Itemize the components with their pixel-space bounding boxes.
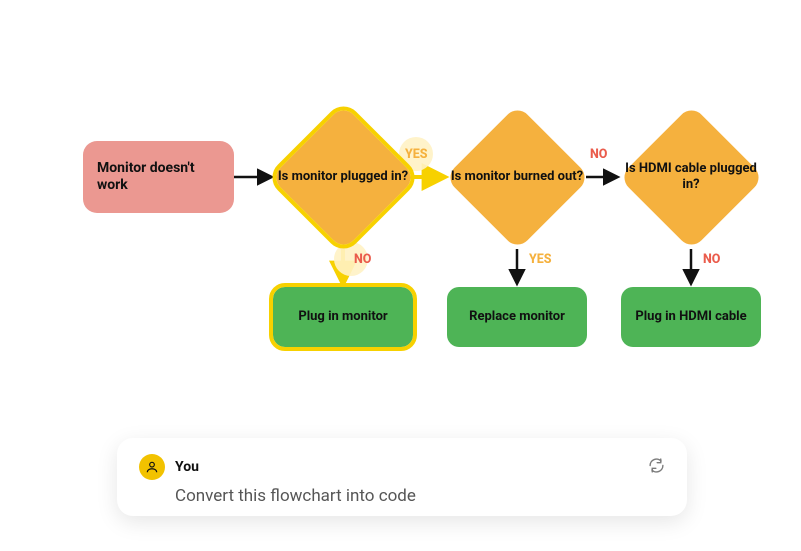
start-label: Monitor doesn't work (97, 160, 220, 195)
start-node[interactable]: Monitor doesn't work (83, 141, 234, 213)
decision-burned-out-label: Is monitor burned out? (446, 169, 588, 185)
edge-d1-no: NO (354, 252, 371, 267)
action-plug-hdmi-label: Plug in HDMI cable (635, 309, 746, 325)
edge-d2-yes: YES (529, 252, 552, 267)
action-plug-monitor-label: Plug in monitor (298, 309, 387, 325)
chat-prompt: Convert this flowchart into code (175, 486, 665, 506)
user-icon (145, 460, 159, 474)
decision-hdmi-label: Is HDMI cable plugged in? (620, 161, 762, 194)
edge-d3-no: NO (703, 252, 720, 267)
refresh-button[interactable] (648, 457, 665, 478)
user-avatar (139, 454, 165, 480)
edge-d2-no: NO (590, 147, 607, 162)
action-plug-monitor[interactable]: Plug in monitor (273, 287, 413, 347)
flowchart-stage: Monitor doesn't work Is monitor plugged … (0, 0, 801, 551)
edge-d1-yes: YES (405, 147, 428, 162)
decision-plugged-in-label: Is monitor plugged in? (272, 169, 414, 185)
chat-card: You Convert this flowchart into code (117, 438, 687, 516)
action-replace-monitor-label: Replace monitor (469, 309, 565, 325)
chat-username: You (175, 459, 199, 475)
action-plug-hdmi[interactable]: Plug in HDMI cable (621, 287, 761, 347)
action-replace-monitor[interactable]: Replace monitor (447, 287, 587, 347)
refresh-icon (648, 457, 665, 474)
